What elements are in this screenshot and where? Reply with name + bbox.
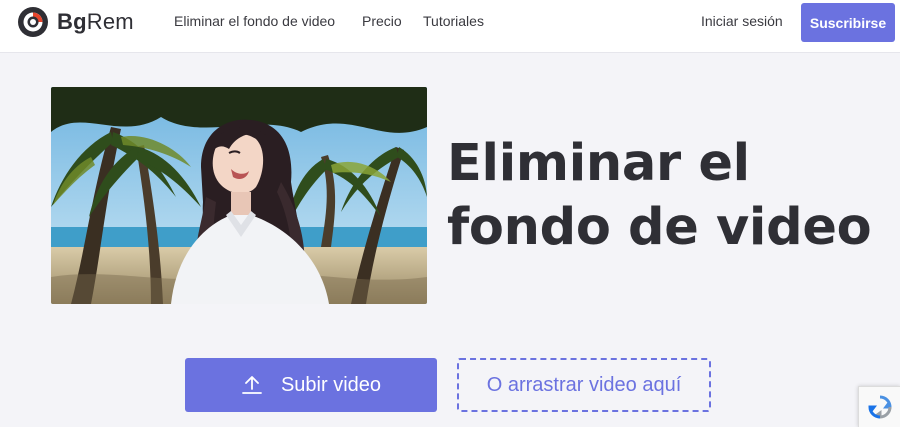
upload-icon [241, 375, 263, 395]
nav-pricing[interactable]: Precio [362, 12, 402, 30]
beach-woman-photo [51, 87, 427, 304]
subscribe-button[interactable]: Suscribirse [801, 3, 895, 42]
hero-demo-image [51, 87, 427, 304]
recaptcha-badge[interactable] [858, 386, 900, 427]
brand-logo[interactable]: BgRem [17, 5, 134, 39]
upload-video-label: Subir video [280, 373, 382, 396]
signin-link[interactable]: Iniciar sesión [701, 12, 783, 30]
drop-zone-label: O arrastrar video aquí [486, 373, 682, 396]
hero-title-line2: fondo de video [447, 198, 872, 257]
hero-title-line1: Eliminar el [447, 134, 750, 193]
nav-remove-video-background[interactable]: Eliminar el fondo de video [174, 12, 335, 30]
brand-name: BgRem [57, 9, 134, 34]
nav-tutorials[interactable]: Tutoriales [423, 12, 484, 30]
site-header: BgRem Eliminar el fondo de video Precio … [0, 0, 900, 53]
hero-title: Eliminar el fondo de video [447, 132, 887, 260]
recaptcha-icon [867, 395, 892, 419]
upload-video-button[interactable]: Subir video [185, 358, 437, 412]
video-drop-zone[interactable]: O arrastrar video aquí [457, 358, 711, 412]
bgrem-logo-icon [18, 7, 48, 37]
